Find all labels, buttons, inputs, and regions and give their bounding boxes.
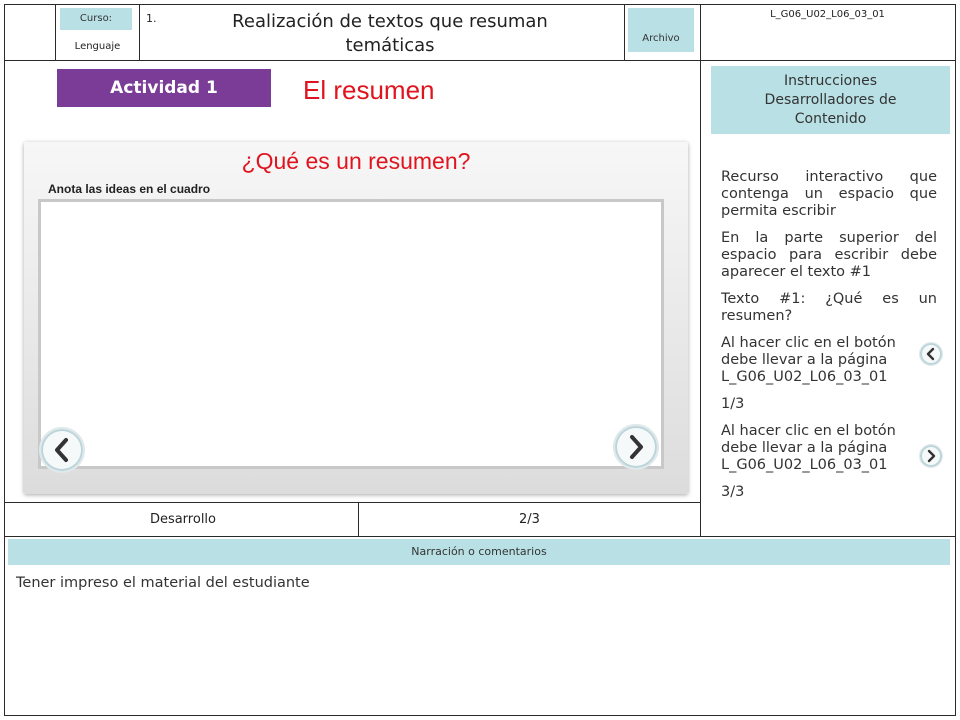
instruction-p5-code: L_G06_U02_L06_03_01 (721, 457, 888, 473)
answer-textarea[interactable] (38, 199, 664, 469)
instruction-p5-page: 3/3 (721, 484, 745, 500)
instruction-p4-code: L_G06_U02_L06_03_01 (721, 369, 888, 385)
course-label: Curso: (60, 8, 132, 30)
instruction-p1: Recurso interactivo que contenga un espa… (721, 169, 937, 219)
card-prev-button[interactable] (39, 427, 85, 473)
activity-badge: Actividad 1 (57, 69, 271, 107)
card-instruction: Anota las ideas en el cuadro (48, 182, 211, 196)
instruction-p5-line2: debe llevar a la página (721, 440, 888, 456)
instruction-p4: Al hacer clic en el botón debe llevar a … (721, 335, 937, 386)
stage-label: Desarrollo (149, 512, 216, 527)
instruction-p4-page: 1/3 (721, 396, 745, 412)
screen-code: L_G06_U02_L06_03_01 (770, 9, 885, 20)
instruction-p5: Al hacer clic en el botón debe llevar a … (721, 423, 937, 474)
instructions-body: Recurso interactivo que contenga un espa… (721, 169, 937, 511)
page-indicator: 2/3 (519, 512, 540, 527)
chevron-right-icon (927, 449, 936, 463)
instruction-p5-line1: Al hacer clic en el botón (721, 423, 896, 439)
next-reference-icon (919, 444, 943, 468)
chevron-right-icon (630, 435, 643, 459)
prev-reference-icon (919, 342, 943, 366)
page-title: Realización de textos que resuman temáti… (232, 11, 548, 56)
chevron-left-icon (55, 438, 68, 462)
subject-label: Lenguaje (74, 41, 121, 52)
card-question: ¿Qué es un resumen? (241, 148, 471, 174)
narration-text: Tener impreso el material del estudiante (16, 575, 310, 591)
item-number: 1. (146, 12, 157, 25)
instruction-p4-line2: debe llevar a la página (721, 352, 888, 368)
card-next-button[interactable] (613, 424, 659, 470)
narration-header: Narración o comentarios (8, 539, 950, 565)
chevron-left-icon (926, 347, 935, 361)
instruction-p3: Texto #1: ¿Qué es un resumen? (721, 291, 937, 324)
file-label: Archivo (628, 8, 694, 52)
activity-title: El resumen (303, 75, 435, 105)
instructions-header: Instrucciones Desarrolladores de Conteni… (711, 66, 950, 134)
instruction-p2: En la parte superior del espacio para es… (721, 230, 937, 280)
instruction-p4-line1: Al hacer clic en el botón (721, 335, 896, 351)
